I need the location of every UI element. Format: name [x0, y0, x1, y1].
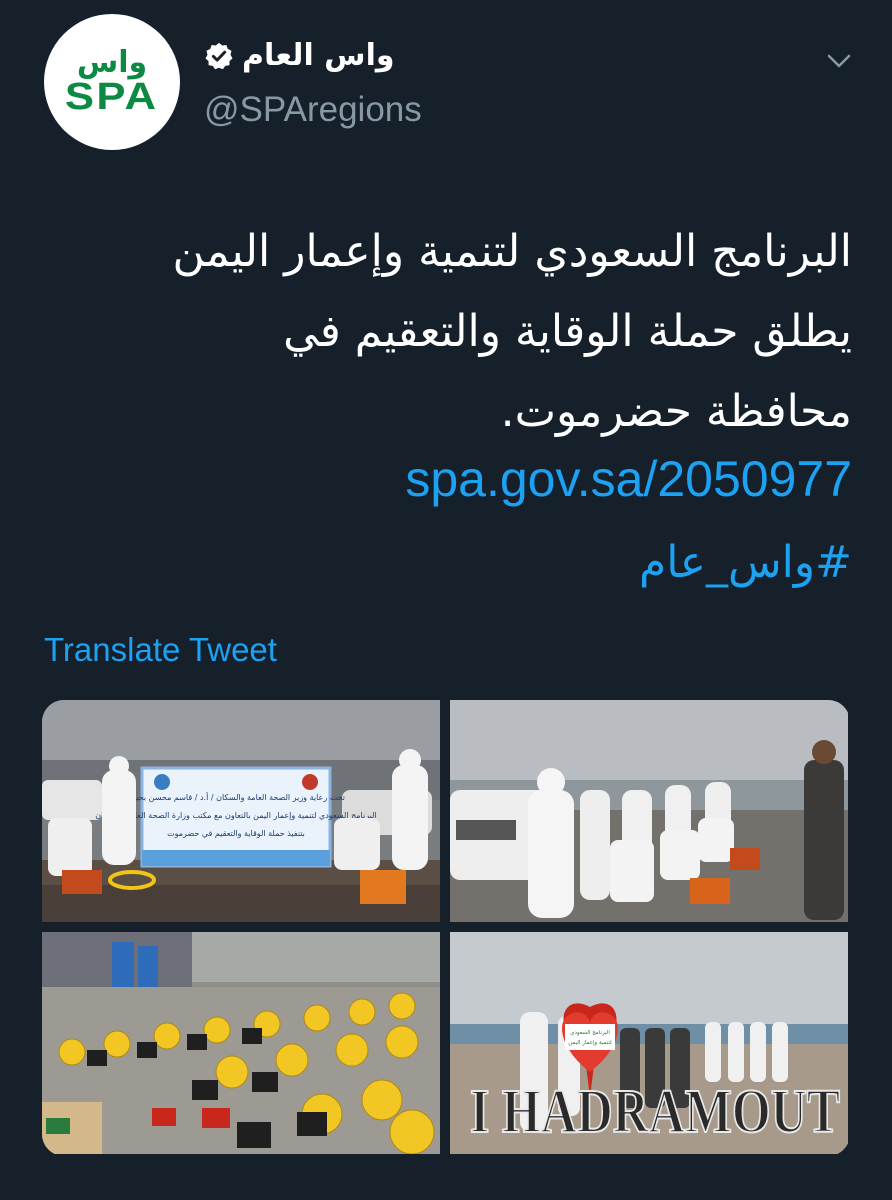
tweet-line: يطلق حملة الوقاية والتعقيم في [283, 306, 852, 357]
translate-tweet-link[interactable]: Translate Tweet [44, 630, 277, 670]
display-name: واس العام [242, 38, 395, 73]
tweet-link[interactable]: spa.gov.sa/2050977 [44, 444, 852, 514]
heart-label: البرنامج السعودي [570, 1030, 610, 1036]
media-photo-equipment[interactable] [42, 932, 440, 1154]
avatar-logo-arabic: واس [76, 45, 148, 80]
banner-line: تحت رعاية وزير الصحة العامة والسكان / أ.… [127, 792, 345, 802]
photo-equipment-scene [42, 932, 440, 1154]
photo-workers-scene [450, 700, 848, 922]
tweet-line: البرنامج السعودي لتنمية وإعمار اليمن [172, 226, 852, 277]
media-photo-sign[interactable]: البرنامج السعودي لتنمية وإعمار اليمن I H… [450, 932, 848, 1154]
heart-label: لتنمية وإعمار اليمن [568, 1040, 612, 1046]
sign-letters: I HADRAMOUT [470, 1078, 840, 1146]
avatar-logo-latin: SPA [65, 76, 159, 118]
account-name-row[interactable]: واس العام [204, 36, 395, 76]
tweet-hashtag[interactable]: #واس_عام [44, 528, 852, 598]
tweet-line: محافظة حضرموت. [500, 386, 852, 437]
banner-line: البرنامج السعودي لتنمية وإعمار اليمن بال… [95, 811, 376, 821]
avatar[interactable]: واس SPA [44, 14, 180, 150]
tweet-link-text[interactable]: spa.gov.sa/2050977 [405, 451, 852, 507]
photo-sign-scene: البرنامج السعودي لتنمية وإعمار اليمن I H… [450, 932, 848, 1154]
chevron-down-icon[interactable] [824, 46, 854, 76]
tweet-hashtag-text[interactable]: #واس_عام [639, 537, 852, 588]
banner-line: بتنفيذ حملة الوقاية والتعقيم في حضرموت [167, 829, 305, 838]
account-handle[interactable]: @SPAregions [204, 88, 422, 132]
photo-banner-scene: تحت رعاية وزير الصحة العامة والسكان / أ.… [42, 700, 440, 922]
tweet-text: البرنامج السعودي لتنمية وإعمار اليمن يطل… [44, 212, 852, 452]
verified-badge-icon [205, 42, 233, 70]
media-photo-banner[interactable]: تحت رعاية وزير الصحة العامة والسكان / أ.… [42, 700, 440, 922]
media-grid: تحت رعاية وزير الصحة العامة والسكان / أ.… [42, 700, 850, 1156]
media-photo-workers[interactable] [450, 700, 848, 922]
